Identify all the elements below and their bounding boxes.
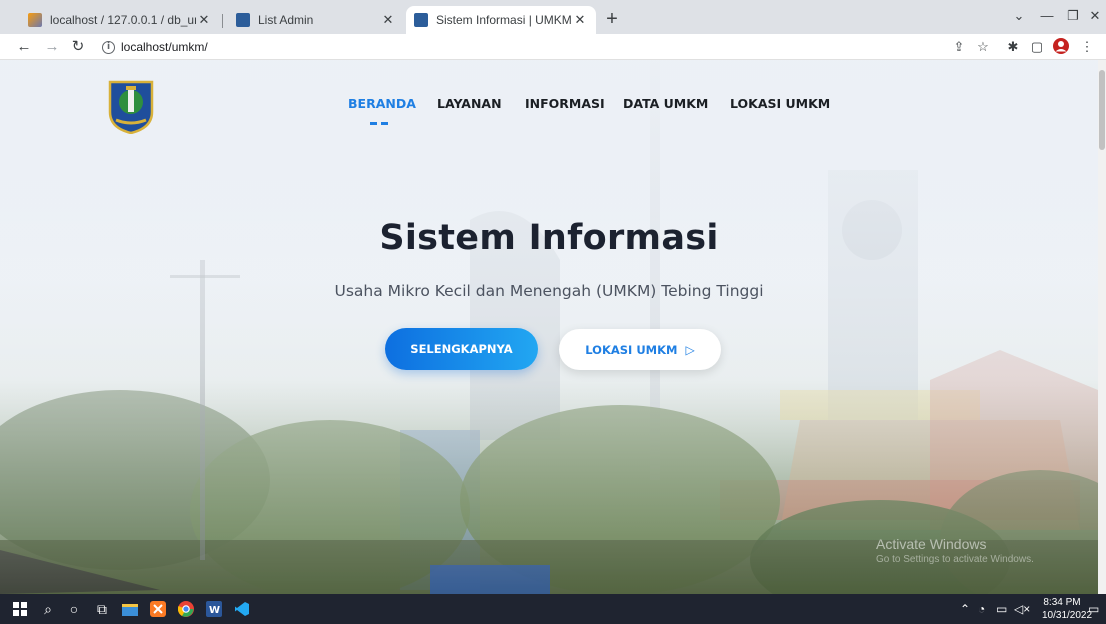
close-tab-icon[interactable]: ✕	[196, 12, 212, 28]
selengkapnya-label: SELENGKAPNYA	[410, 342, 513, 356]
tab-separator	[222, 14, 223, 28]
notification-icon[interactable]: ▭	[1088, 602, 1099, 616]
activate-windows-watermark: Activate Windows	[876, 536, 987, 552]
site-favicon-icon	[236, 13, 250, 27]
lokasi-umkm-button[interactable]: LOKASI UMKM ▷	[559, 329, 721, 370]
battery-icon[interactable]: ▭	[996, 602, 1007, 616]
extensions-icon[interactable]: ✱	[1004, 38, 1022, 56]
nav-lokasi-umkm[interactable]: LOKASI UMKM	[730, 96, 830, 111]
xampp-icon[interactable]	[148, 599, 168, 619]
tab-phpmyadmin[interactable]: localhost / 127.0.0.1 / db_umkm ✕	[20, 6, 220, 34]
page-scrollbar[interactable]	[1098, 60, 1106, 594]
activate-windows-hint: Go to Settings to activate Windows.	[876, 554, 1034, 565]
tebing-tinggi-logo[interactable]	[106, 78, 156, 135]
hero-background-image	[0, 60, 1098, 594]
chrome-icon[interactable]	[176, 599, 196, 619]
clock-time: 8:34 PM	[1043, 597, 1081, 608]
new-tab-button[interactable]: +	[600, 8, 624, 32]
system-clock[interactable]: 8:34 PM 10/31/2022	[1042, 596, 1093, 622]
site-info-icon[interactable]: i	[102, 40, 115, 54]
network-icon[interactable]: ◔	[978, 602, 985, 616]
search-icon[interactable]: ⌕	[38, 599, 58, 619]
address-bar[interactable]: i localhost/umkm/	[94, 36, 940, 58]
tab-label: List Admin	[258, 13, 314, 27]
close-tab-icon[interactable]: ✕	[380, 12, 396, 28]
nav-data-umkm[interactable]: DATA UMKM	[623, 96, 708, 111]
profile-avatar-icon[interactable]	[1052, 38, 1070, 56]
selengkapnya-button[interactable]: SELENGKAPNYA	[385, 328, 538, 370]
word-icon[interactable]: W	[204, 599, 224, 619]
browser-toolbar: ← → ↻ i localhost/umkm/ ⇪ ☆ ✱ ▢ ⋮	[0, 34, 1106, 60]
svg-text:W: W	[209, 605, 220, 616]
task-view-icon[interactable]: ⧉	[92, 599, 112, 619]
scrollbar-thumb[interactable]	[1099, 70, 1105, 150]
vscode-icon[interactable]	[232, 599, 252, 619]
volume-muted-icon[interactable]: ◁×	[1014, 602, 1030, 616]
back-icon[interactable]: ←	[14, 37, 34, 57]
page-viewport: BERANDA LAYANAN INFORMASI DATA UMKM LOKA…	[0, 60, 1098, 594]
hero-subtitle: Usaha Mikro Kecil dan Menengah (UMKM) Te…	[334, 282, 764, 300]
close-window-icon[interactable]: ✕	[1080, 4, 1106, 28]
close-tab-icon[interactable]: ✕	[572, 12, 588, 28]
file-explorer-icon[interactable]	[120, 599, 140, 619]
side-panel-icon[interactable]: ▢	[1028, 38, 1046, 56]
lokasi-umkm-label: LOKASI UMKM	[585, 342, 678, 357]
active-nav-indicator	[370, 122, 388, 125]
tab-list-admin[interactable]: List Admin ✕	[228, 6, 404, 34]
show-hidden-icons-icon[interactable]: ⌃	[960, 602, 970, 616]
cortana-icon[interactable]: ○	[64, 599, 84, 619]
reload-icon[interactable]: ↻	[68, 37, 88, 57]
forward-icon[interactable]: →	[42, 37, 62, 57]
tab-label: Sistem Informasi | UMKM Tebing	[436, 13, 572, 27]
nav-informasi[interactable]: INFORMASI	[525, 96, 605, 111]
share-icon[interactable]: ⇪	[950, 38, 968, 56]
windows-start-icon[interactable]	[10, 599, 30, 619]
nav-beranda[interactable]: BERANDA	[348, 96, 416, 111]
clock-date: 10/31/2022	[1042, 610, 1093, 621]
menu-kebab-icon[interactable]: ⋮	[1078, 38, 1096, 56]
tab-label: localhost / 127.0.0.1 / db_umkm	[50, 13, 196, 27]
phpmyadmin-favicon-icon	[28, 13, 42, 27]
nav-layanan[interactable]: LAYANAN	[437, 96, 502, 111]
url-text: localhost/umkm/	[121, 40, 208, 54]
hero-title: Sistem Informasi	[379, 218, 719, 258]
play-arrow-icon: ▷	[685, 342, 695, 357]
tab-sistem-informasi[interactable]: Sistem Informasi | UMKM Tebing ✕	[406, 6, 596, 34]
bookmark-star-icon[interactable]: ☆	[974, 38, 992, 56]
browser-tab-bar: localhost / 127.0.0.1 / db_umkm ✕ List A…	[0, 0, 1106, 34]
tab-search-icon[interactable]: ⌄	[1004, 4, 1034, 28]
windows-taskbar: ⌕ ○ ⧉ W ⌃ ◔ ▭ ◁× 8:34 PM 10/31/2022 ▭	[0, 594, 1106, 624]
site-favicon-icon	[414, 13, 428, 27]
